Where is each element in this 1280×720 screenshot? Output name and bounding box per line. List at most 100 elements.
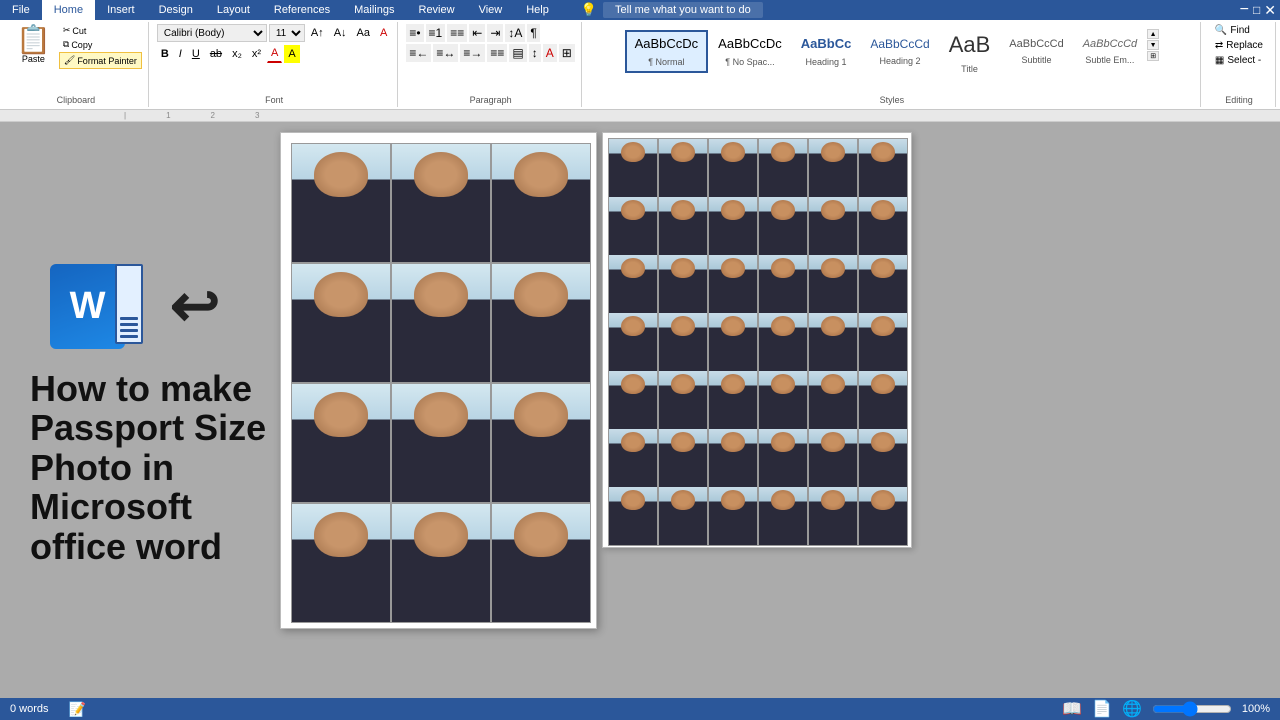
tab-review[interactable]: Review [407, 0, 467, 20]
style-heading2-label: Heading 2 [870, 54, 929, 68]
sm-photo-26 [658, 370, 708, 430]
replace-label: Replace [1226, 40, 1263, 51]
tab-view[interactable]: View [467, 0, 515, 20]
style-subtle[interactable]: AaBbCcCd Subtle Em... [1074, 33, 1146, 71]
superscript-button[interactable]: x² [248, 45, 265, 63]
style-title[interactable]: AaB Title [940, 24, 1000, 80]
close-button[interactable]: ✕ [1264, 2, 1276, 19]
decrease-indent-button[interactable]: ⇤ [469, 24, 485, 42]
tab-help[interactable]: Help [514, 0, 561, 20]
tab-insert[interactable]: Insert [95, 0, 147, 20]
large-grid-container [280, 122, 597, 708]
tab-file[interactable]: File [0, 0, 42, 20]
multilevel-button[interactable]: ≡≡ [447, 24, 467, 42]
show-marks-button[interactable]: ¶ [527, 24, 539, 42]
borders-button[interactable]: ⊞ [559, 44, 575, 62]
increase-indent-button[interactable]: ⇥ [487, 24, 503, 42]
sm-photo-8 [658, 196, 708, 256]
clipboard-group: 📋 Paste ✂ Cut ⧉ Copy 🖌 Format Painter [4, 22, 149, 107]
font-grow-button[interactable]: A↑ [307, 24, 328, 42]
paste-icon: 📋 [16, 26, 51, 54]
bold-button[interactable]: B [157, 45, 173, 63]
tab-home[interactable]: Home [42, 0, 95, 20]
numbering-button[interactable]: ≡1 [426, 24, 446, 42]
sm-photo-21 [708, 312, 758, 372]
font-family-select[interactable]: Calibri (Body) [157, 24, 267, 42]
sm-photo-17 [808, 254, 858, 314]
tutorial-line2: Passport Size [30, 408, 266, 448]
bullets-button[interactable]: ≡• [406, 24, 423, 42]
large-photo-grid [280, 132, 597, 629]
select-icon: ▦ [1215, 55, 1224, 66]
sm-photo-27 [708, 370, 758, 430]
subscript-button[interactable]: x₂ [228, 45, 246, 63]
line-spacing-button[interactable]: ↕ [529, 44, 541, 62]
strikethrough-button[interactable]: ab [206, 45, 226, 63]
columns-button[interactable]: ▤ [509, 44, 526, 62]
format-painter-button[interactable]: 🖌 Format Painter [59, 52, 142, 69]
text-color-button[interactable]: A [267, 44, 282, 63]
style-heading2[interactable]: AaBbCcCd Heading 2 [861, 32, 938, 72]
find-icon: 🔍 [1215, 25, 1227, 36]
tutorial-line3: Photo in [30, 448, 266, 488]
style-normal-label: ¶ Normal [635, 55, 699, 69]
restore-button[interactable]: □ [1253, 3, 1260, 17]
editing-group-label: Editing [1225, 95, 1253, 105]
italic-button[interactable]: I [175, 45, 186, 63]
zoom-level: 100% [1242, 703, 1270, 715]
minimize-button[interactable]: − [1240, 1, 1249, 19]
align-center-button[interactable]: ≡↔ [433, 44, 458, 62]
copy-button[interactable]: ⧉ Copy [59, 38, 142, 51]
print-layout-button[interactable]: 📄 [1092, 699, 1112, 719]
align-left-button[interactable]: ≡← [406, 44, 431, 62]
select-button[interactable]: ▦ Select - [1209, 54, 1269, 67]
tell-me-input[interactable]: Tell me what you want to do [603, 2, 763, 18]
editing-controls: 🔍 Find ⇄ Replace ▦ Select - [1209, 24, 1269, 81]
sm-photo-11 [808, 196, 858, 256]
photo-cell-6 [491, 263, 591, 383]
tab-design[interactable]: Design [147, 0, 205, 20]
font-group: Calibri (Body) 11 A↑ A↓ Aa A B I U ab x₂ [151, 22, 399, 107]
styles-group-label: Styles [880, 95, 905, 105]
status-bar: 0 words 📝 📖 📄 🌐 100% [0, 698, 1280, 720]
style-normal-preview: AaBbCcDc [635, 34, 699, 55]
clear-format-button[interactable]: A [376, 24, 391, 42]
find-label: Find [1230, 25, 1249, 36]
style-no-spacing[interactable]: AaBbCcDc ¶ No Spac... [709, 31, 791, 72]
font-size-select[interactable]: 11 [269, 24, 305, 42]
tab-references[interactable]: References [262, 0, 342, 20]
style-heading1-preview: AaBbCc [801, 34, 852, 55]
sm-photo-12 [858, 196, 908, 256]
style-subtitle[interactable]: AaBbCcCd Subtitle [1000, 33, 1072, 71]
format-painter-label: Format Painter [77, 56, 137, 66]
photo-cell-5 [391, 263, 491, 383]
left-content: W ↪ How to make Passport Size Photo in M… [0, 122, 280, 708]
replace-button[interactable]: ⇄ Replace [1209, 39, 1269, 52]
change-case-button[interactable]: Aa [353, 24, 374, 42]
cut-icon: ✂ [63, 25, 71, 36]
styles-expand[interactable]: ⊞ [1147, 51, 1159, 61]
tab-mailings[interactable]: Mailings [342, 0, 406, 20]
cut-button[interactable]: ✂ Cut [59, 24, 142, 37]
highlight-button[interactable]: A [284, 45, 299, 63]
style-normal[interactable]: AaBbCcDc ¶ Normal [625, 30, 709, 73]
justify-button[interactable]: ≡≡ [487, 44, 507, 62]
styles-scroll-down[interactable]: ▼ [1147, 40, 1159, 50]
shading-button[interactable]: A [543, 44, 557, 62]
sm-photo-32 [658, 428, 708, 488]
web-layout-button[interactable]: 🌐 [1122, 699, 1142, 719]
photo-cell-3 [491, 143, 591, 263]
sm-photo-19 [608, 312, 658, 372]
styles-scroll-up[interactable]: ▲ [1147, 29, 1159, 39]
tab-layout[interactable]: Layout [205, 0, 262, 20]
underline-button[interactable]: U [188, 45, 204, 63]
style-no-spacing-label: ¶ No Spac... [718, 55, 782, 69]
align-right-button[interactable]: ≡→ [460, 44, 485, 62]
sort-button[interactable]: ↕A [505, 24, 525, 42]
zoom-slider[interactable] [1152, 701, 1232, 717]
paste-button[interactable]: 📋 Paste [10, 24, 57, 66]
find-button[interactable]: 🔍 Find [1209, 24, 1269, 37]
font-shrink-button[interactable]: A↓ [330, 24, 351, 42]
read-mode-button[interactable]: 📖 [1062, 699, 1082, 719]
style-heading1[interactable]: AaBbCc Heading 1 [792, 31, 861, 72]
